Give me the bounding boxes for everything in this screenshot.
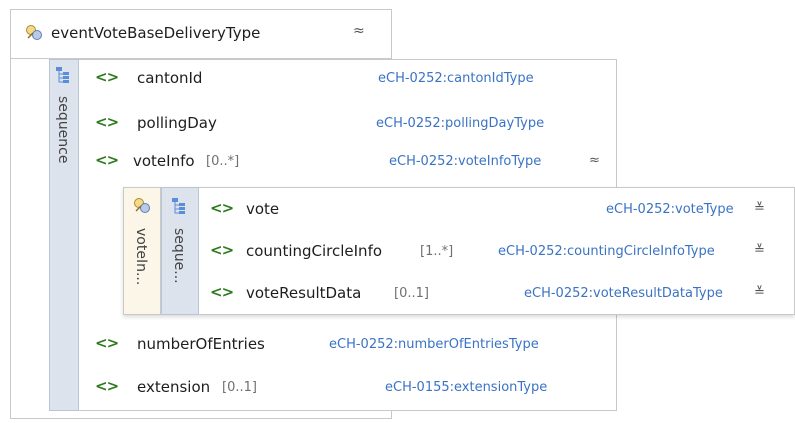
- element-type: eCH-0155:extensionType: [385, 380, 548, 395]
- collapse-button[interactable]: ≈: [353, 23, 365, 39]
- element-cardinality: [1..*]: [420, 244, 454, 259]
- element-icon: <>: [95, 377, 119, 395]
- element-type: eCH-0252:countingCircleInfoType: [498, 244, 715, 259]
- element-name: countingCircleInfo: [246, 242, 383, 260]
- element-cardinality: [0..*]: [206, 154, 240, 169]
- element-name: numberOfEntries: [137, 335, 265, 353]
- element-icon: <>: [210, 283, 234, 301]
- element-type: eCH-0252:voteType: [606, 202, 734, 217]
- element-icon: <>: [95, 113, 119, 131]
- element-row-numberOfEntries[interactable]: <> numberOfEntries eCH-0252:numberOfEntr…: [93, 331, 613, 357]
- sequence-label: sequence: [55, 96, 71, 164]
- element-name: cantonId: [137, 69, 203, 87]
- voteInfo-label: voteIn...: [133, 228, 149, 286]
- element-row-countingCircleInfo[interactable]: <> countingCircleInfo [1..*] eCH-0252:co…: [208, 238, 788, 264]
- element-icon: <>: [210, 241, 234, 259]
- element-row-voteInfo[interactable]: <> voteInfo [0..*] eCH-0252:voteInfoType…: [93, 148, 613, 174]
- element-type: eCH-0252:cantonIdType: [378, 71, 534, 86]
- element-name: pollingDay: [137, 114, 217, 132]
- element-row-voteResultData[interactable]: <> voteResultData [0..1] eCH-0252:voteRe…: [208, 280, 788, 306]
- element-cardinality: [0..1]: [394, 286, 429, 301]
- element-icon: <>: [95, 151, 119, 169]
- element-row-cantonId[interactable]: <> cantonId eCH-0252:cantonIdType: [93, 65, 613, 91]
- sequence-icon: [171, 197, 189, 215]
- element-name: voteResultData: [246, 284, 362, 302]
- sequence-icon: [55, 66, 73, 84]
- element-name: vote: [246, 200, 280, 218]
- element-name: extension: [137, 378, 211, 396]
- expand-button[interactable]: ≚: [754, 201, 765, 216]
- complex-type-icon: [133, 197, 153, 215]
- expand-button[interactable]: ≚: [754, 243, 765, 258]
- element-icon: <>: [95, 334, 119, 352]
- element-type: eCH-0252:numberOfEntriesType: [329, 337, 539, 352]
- expand-button[interactable]: ≚: [754, 285, 765, 300]
- element-name: voteInfo: [133, 152, 195, 170]
- element-icon: <>: [210, 199, 234, 217]
- inner-sequence-label: seque...: [171, 228, 187, 284]
- complex-type-icon: [25, 24, 45, 42]
- element-type: eCH-0252:voteResultDataType: [524, 286, 723, 301]
- complex-type-header: eventVoteBaseDeliveryType ≈: [10, 9, 392, 59]
- element-icon: <>: [95, 68, 119, 86]
- element-row-vote[interactable]: <> vote eCH-0252:voteType ≚: [208, 196, 788, 222]
- element-row-pollingDay[interactable]: <> pollingDay eCH-0252:pollingDayType: [93, 110, 613, 136]
- element-type: eCH-0252:pollingDayType: [376, 116, 545, 131]
- collapse-button[interactable]: ≈: [589, 153, 600, 168]
- voteInfo-complex-type-strip[interactable]: voteIn...: [123, 187, 161, 315]
- element-type: eCH-0252:voteInfoType: [389, 154, 542, 169]
- complex-type-title: eventVoteBaseDeliveryType: [51, 24, 261, 42]
- element-row-extension[interactable]: <> extension [0..1] eCH-0155:extensionTy…: [93, 374, 613, 400]
- sequence-compositor[interactable]: sequence: [49, 59, 79, 411]
- element-cardinality: [0..1]: [222, 380, 257, 395]
- inner-sequence-compositor[interactable]: seque...: [161, 187, 199, 315]
